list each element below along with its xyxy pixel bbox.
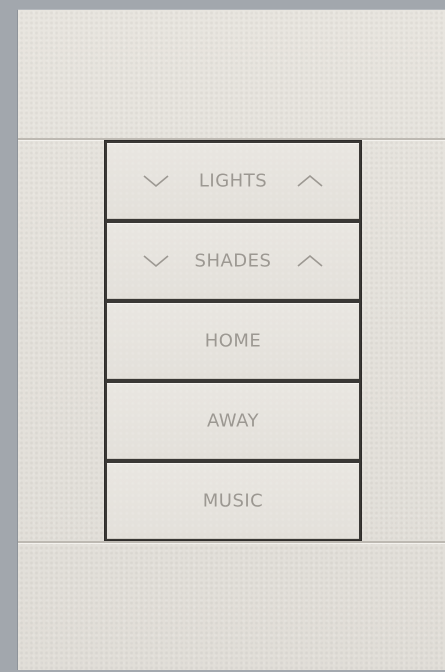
music-key[interactable]: MUSIC <box>107 463 359 539</box>
wallplate: LIGHTS SHADES HOME AWAY MUSIC <box>18 10 445 670</box>
home-key[interactable]: HOME <box>107 303 359 379</box>
plate-left-panel <box>18 140 104 541</box>
keypad: LIGHTS SHADES HOME AWAY MUSIC <box>104 140 362 541</box>
away-label: AWAY <box>206 410 260 432</box>
shades-raise-chevron-up-icon[interactable] <box>293 250 327 272</box>
home-label: HOME <box>204 330 262 352</box>
shades-key[interactable]: SHADES <box>107 223 359 299</box>
lights-key[interactable]: LIGHTS <box>107 143 359 219</box>
plate-right-panel <box>362 140 445 541</box>
music-label: MUSIC <box>202 490 264 512</box>
away-key[interactable]: AWAY <box>107 383 359 459</box>
lights-raise-chevron-up-icon[interactable] <box>293 170 327 192</box>
plate-top-panel <box>18 10 445 140</box>
plate-bottom-panel <box>18 541 445 672</box>
